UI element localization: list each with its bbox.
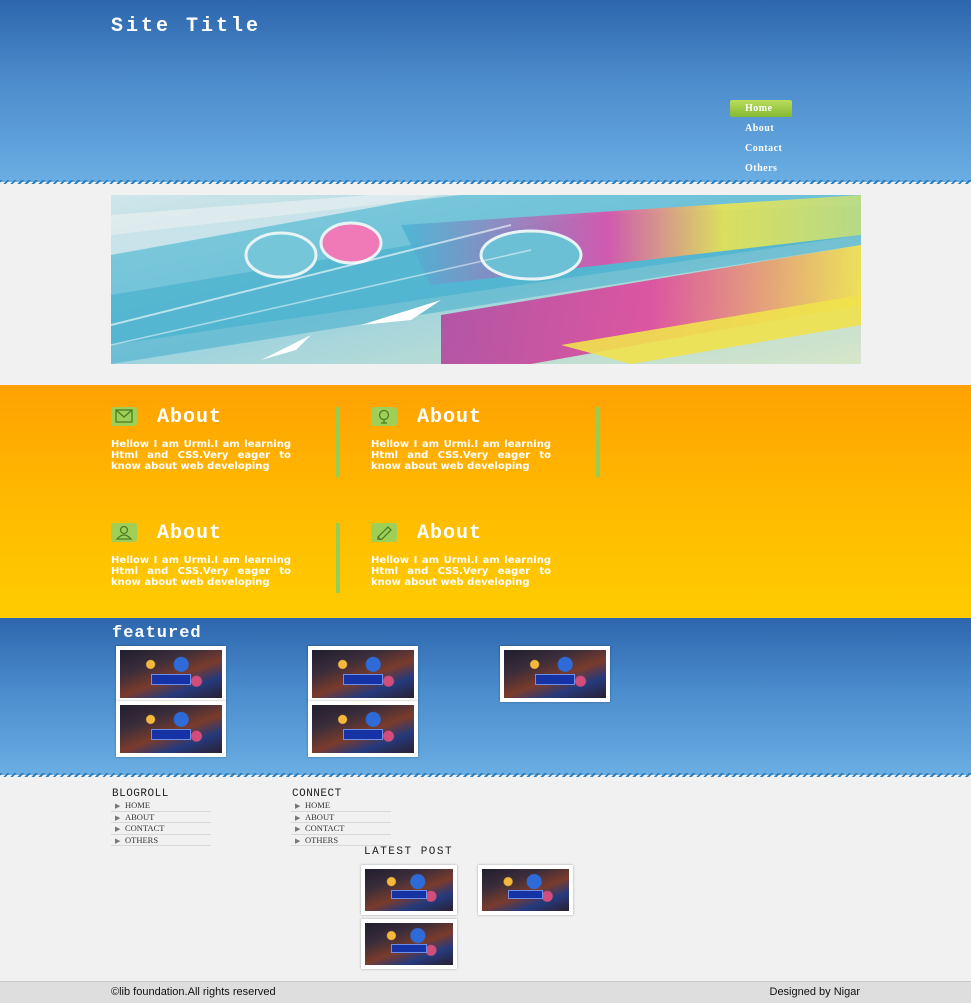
arrow-icon: ▶ — [295, 802, 301, 810]
blogroll-title: BLOGROLL — [112, 788, 169, 800]
arrow-icon: ▶ — [295, 813, 301, 822]
main-nav: Home About Contact Others — [730, 100, 820, 180]
about-text: Hellow I am Urmi.I am learning Html and … — [371, 555, 551, 588]
about-title: About — [417, 406, 483, 429]
photo-image — [365, 869, 453, 911]
featured-thumbnail[interactable] — [308, 646, 418, 702]
connect-link-home[interactable]: ▶ HOME — [291, 800, 391, 812]
site-title[interactable]: Site Title — [111, 15, 261, 38]
mail-icon — [111, 407, 137, 426]
blogroll-link-contact[interactable]: ▶ CONTACT — [111, 823, 211, 835]
arrow-icon: ▶ — [115, 802, 121, 810]
featured-thumbnail[interactable] — [116, 646, 226, 702]
arrow-icon: ▶ — [295, 836, 301, 845]
arrow-icon: ▶ — [115, 813, 121, 822]
divider — [336, 407, 340, 477]
lightbulb-icon — [371, 407, 397, 426]
about-title: About — [157, 406, 223, 429]
divider — [596, 407, 600, 477]
blogroll-link-about[interactable]: ▶ ABOUT — [111, 812, 211, 824]
banner-image — [111, 195, 861, 364]
latest-post-thumbnail[interactable] — [361, 865, 457, 915]
arrow-icon: ▶ — [115, 836, 121, 845]
connect-link-about[interactable]: ▶ ABOUT — [291, 812, 391, 824]
site-header: Site Title Home About Contact Others — [0, 0, 971, 182]
photo-image — [504, 650, 606, 698]
blogroll-link-others[interactable]: ▶ OTHERS — [111, 835, 211, 847]
nav-item-contact[interactable]: Contact — [730, 140, 820, 160]
featured-thumbnail[interactable] — [500, 646, 610, 702]
divider — [336, 523, 340, 593]
arrow-icon: ▶ — [115, 825, 121, 834]
blogroll-list: ▶ HOME ▶ ABOUT ▶ CONTACT ▶ OTHERS — [111, 800, 211, 847]
copyright-text: ©lib foundation.All rights reserved — [111, 986, 276, 998]
about-title: About — [417, 522, 483, 545]
featured-title: featured — [112, 624, 202, 643]
copyright-bar: ©lib foundation.All rights reserved Desi… — [0, 981, 971, 1003]
nav-item-home[interactable]: Home — [730, 100, 792, 117]
nav-item-about[interactable]: About — [730, 120, 820, 140]
about-title: About — [157, 522, 223, 545]
photo-image — [312, 650, 414, 698]
latest-post-thumbnail[interactable] — [478, 865, 573, 915]
pencil-icon — [371, 523, 397, 542]
featured-thumbnail[interactable] — [308, 701, 418, 757]
user-icon — [111, 523, 137, 542]
header-wavy-border — [0, 180, 971, 184]
photo-image — [482, 869, 569, 911]
about-section: About Hellow I am Urmi.I am learning Htm… — [0, 385, 971, 618]
latest-post-thumbnail[interactable] — [361, 919, 457, 969]
photo-image — [312, 705, 414, 753]
about-text: Hellow I am Urmi.I am learning Html and … — [111, 555, 291, 588]
featured-wavy-border — [0, 773, 971, 777]
connect-title: CONNECT — [292, 788, 342, 800]
about-text: Hellow I am Urmi.I am learning Html and … — [371, 439, 551, 472]
blogroll-link-home[interactable]: ▶ HOME — [111, 800, 211, 812]
connect-list: ▶ HOME ▶ ABOUT ▶ CONTACT ▶ OTHERS — [291, 800, 391, 847]
photo-image — [120, 650, 222, 698]
connect-link-others[interactable]: ▶ OTHERS — [291, 835, 391, 847]
photo-image — [365, 923, 453, 965]
about-text: Hellow I am Urmi.I am learning Html and … — [111, 439, 291, 472]
latest-post-title: LATEST POST — [364, 846, 454, 858]
arrow-icon: ▶ — [295, 825, 301, 834]
featured-thumbnail[interactable] — [116, 701, 226, 757]
connect-link-contact[interactable]: ▶ CONTACT — [291, 823, 391, 835]
designer-credit: Designed by Nigar — [769, 986, 861, 998]
nav-item-others[interactable]: Others — [730, 160, 820, 180]
photo-image — [120, 705, 222, 753]
featured-section: featured — [0, 618, 971, 775]
